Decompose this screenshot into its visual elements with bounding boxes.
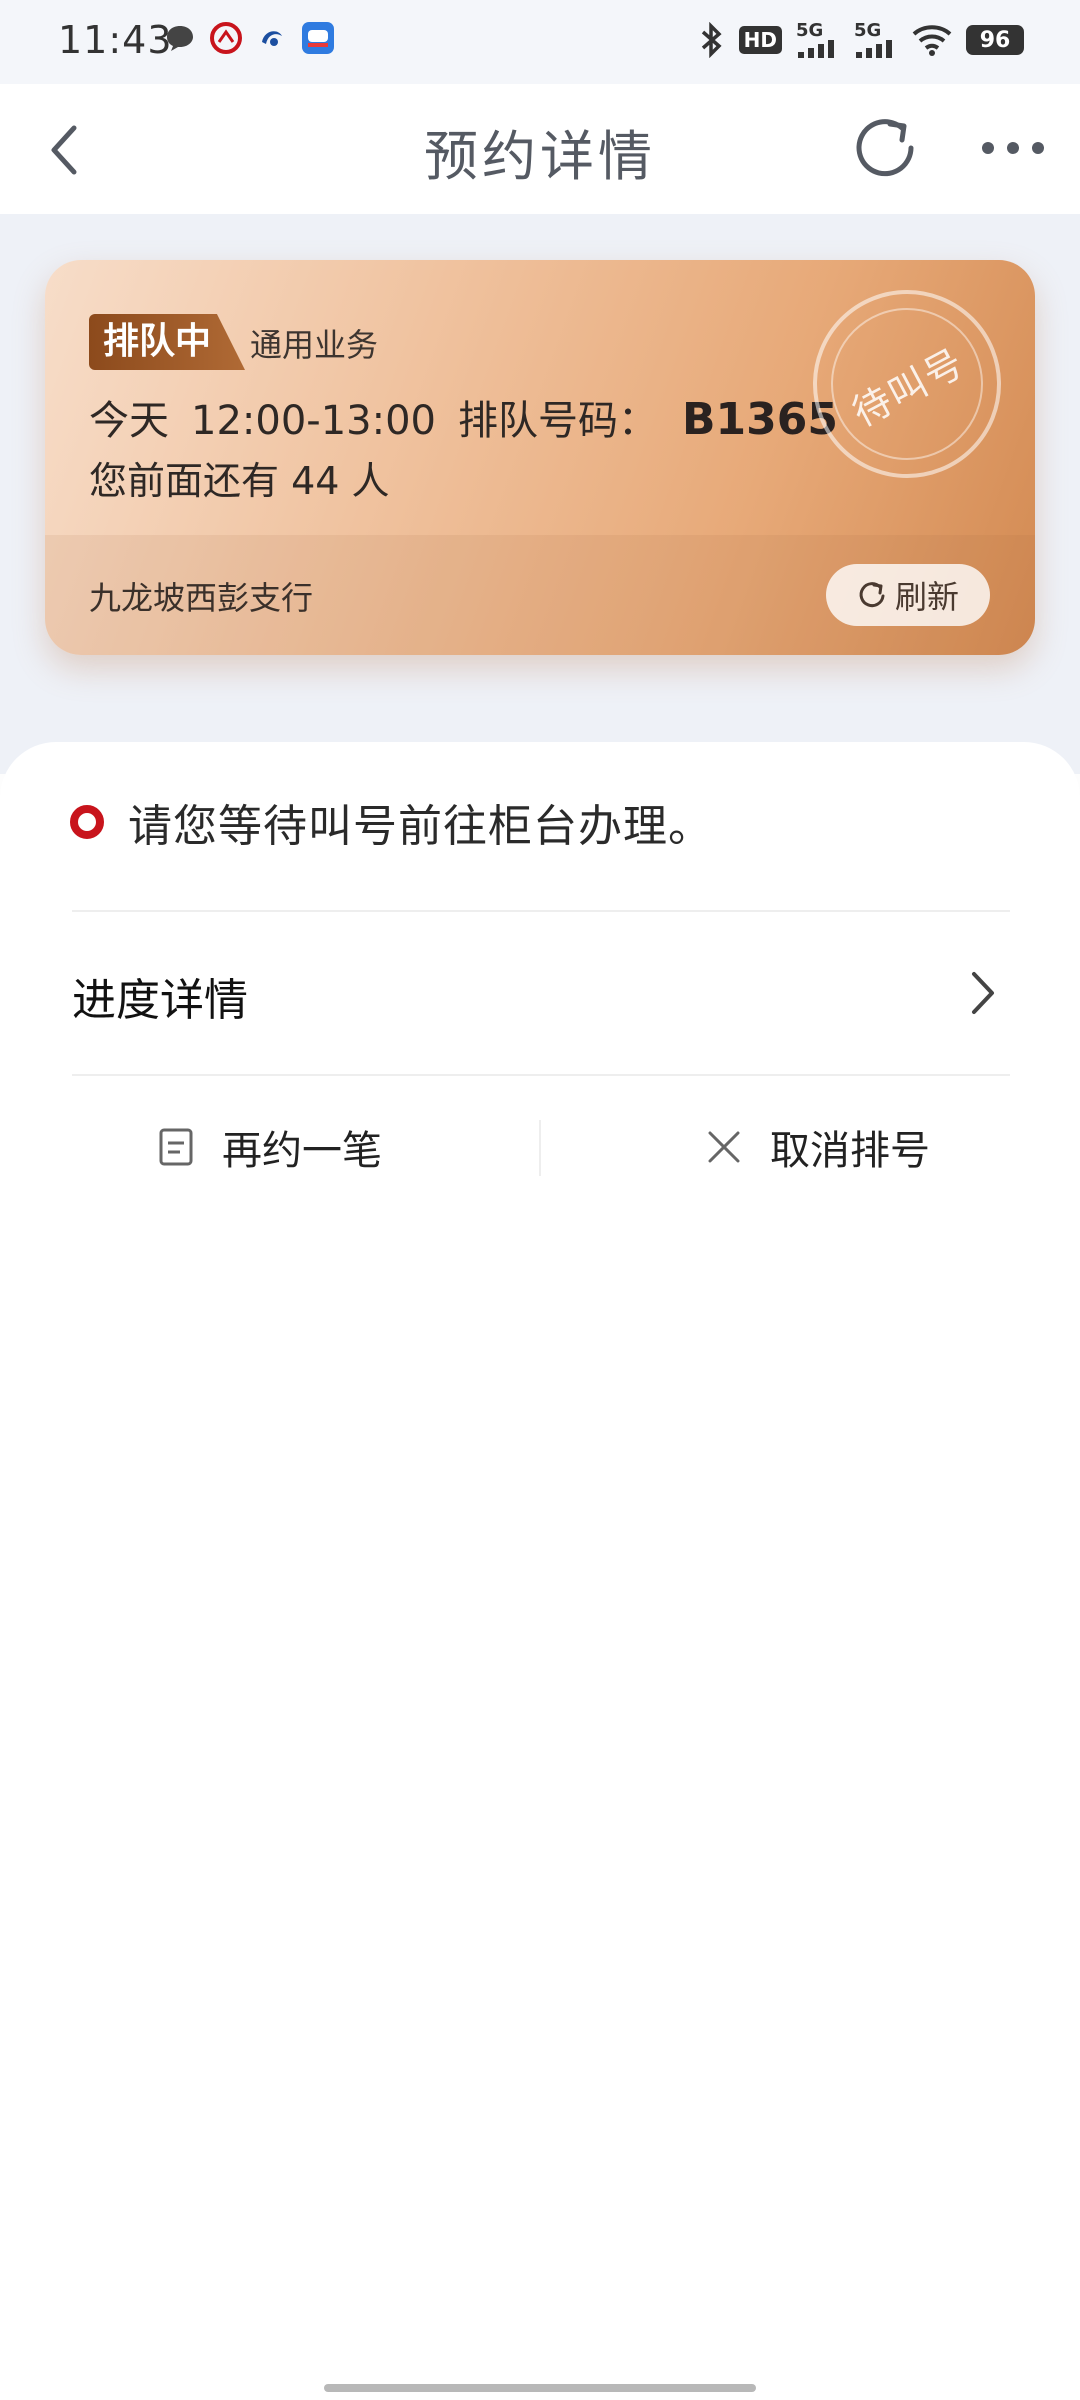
cell-signal-1: 5G: [796, 22, 840, 58]
more-options-button[interactable]: [978, 126, 1048, 170]
notice-row: 请您等待叫号前往柜台办理。: [70, 790, 713, 854]
document-icon: [159, 1128, 193, 1166]
signal-2-label: 5G: [854, 20, 882, 41]
refresh-queue-button[interactable]: 刷新: [826, 564, 990, 626]
signal-bars-icon: [856, 40, 892, 58]
refresh-icon: [859, 582, 885, 608]
status-indicators: HD 5G 5G 96: [699, 22, 1024, 58]
signal-bars-icon: [798, 40, 834, 58]
rebook-button[interactable]: 再约一笔: [156, 1112, 382, 1182]
appointment-time-line: 今天 12:00-13:00 排队号码： B1365: [89, 388, 838, 446]
cancel-queue-label: 取消排号: [770, 1128, 930, 1174]
actions-divider: [539, 1120, 541, 1176]
status-bar: 11:43 HD 5G 5G 96: [0, 0, 1080, 84]
date-label: 今天: [89, 398, 169, 444]
content-sheet: 请您等待叫号前往柜台办理。 进度详情 再约一笔 取消排号: [0, 742, 1080, 2400]
message-icon: [164, 22, 196, 54]
stamp-text: 待叫号: [845, 339, 972, 435]
close-icon: [708, 1131, 740, 1163]
queue-number-label: 排队号码：: [457, 398, 658, 444]
status-notification-icons: [164, 22, 334, 54]
hd-badge: HD: [738, 26, 782, 54]
wifi-icon: [912, 25, 952, 56]
stamp-inner-ring: 待叫号: [831, 308, 983, 460]
progress-details-row[interactable]: 进度详情: [72, 912, 1010, 1074]
queue-ticket-card: 排队中 通用业务 今天 12:00-13:00 排队号码： B1365 您前面还有 4…: [45, 260, 1035, 655]
queue-status-tag: 排队中: [89, 314, 246, 370]
bank-app-icon: [210, 22, 242, 54]
battery-indicator: 96: [966, 25, 1024, 55]
rebook-label: 再约一笔: [222, 1128, 382, 1174]
bluetooth-icon: [701, 22, 722, 58]
chevron-right-icon: [972, 972, 994, 1014]
cell-signal-2: 5G: [854, 22, 898, 58]
time-range: 12:00-13:00: [191, 398, 436, 444]
train-app-icon: [302, 22, 334, 54]
refresh-icon: [856, 119, 914, 177]
refresh-label: 刷新: [894, 578, 959, 616]
progress-details-label: 进度详情: [72, 975, 248, 1026]
title-bar: 预约详情: [0, 84, 1080, 214]
branch-name: 九龙坡西彭支行: [89, 579, 314, 617]
business-type-label: 通用业务: [250, 326, 379, 364]
card-footer: 九龙坡西彭支行 刷新: [45, 535, 1035, 655]
signal-1-label: 5G: [796, 20, 824, 41]
notice-text: 请您等待叫号前往柜台办理。: [128, 801, 713, 852]
refresh-page-button[interactable]: [852, 114, 918, 180]
blue-app-icon: [256, 22, 288, 54]
page-title: 预约详情: [424, 125, 656, 188]
more-dots-icon: [982, 142, 1044, 154]
home-indicator[interactable]: [324, 2384, 756, 2392]
notice-dot-icon: [70, 805, 104, 839]
status-time: 11:43: [58, 18, 173, 62]
waiting-stamp: 待叫号: [813, 290, 1001, 478]
cancel-queue-button[interactable]: 取消排号: [704, 1112, 930, 1182]
actions-row: 再约一笔 取消排号: [0, 1076, 1080, 1226]
people-ahead-text: 您前面还有 44 人: [89, 459, 390, 503]
